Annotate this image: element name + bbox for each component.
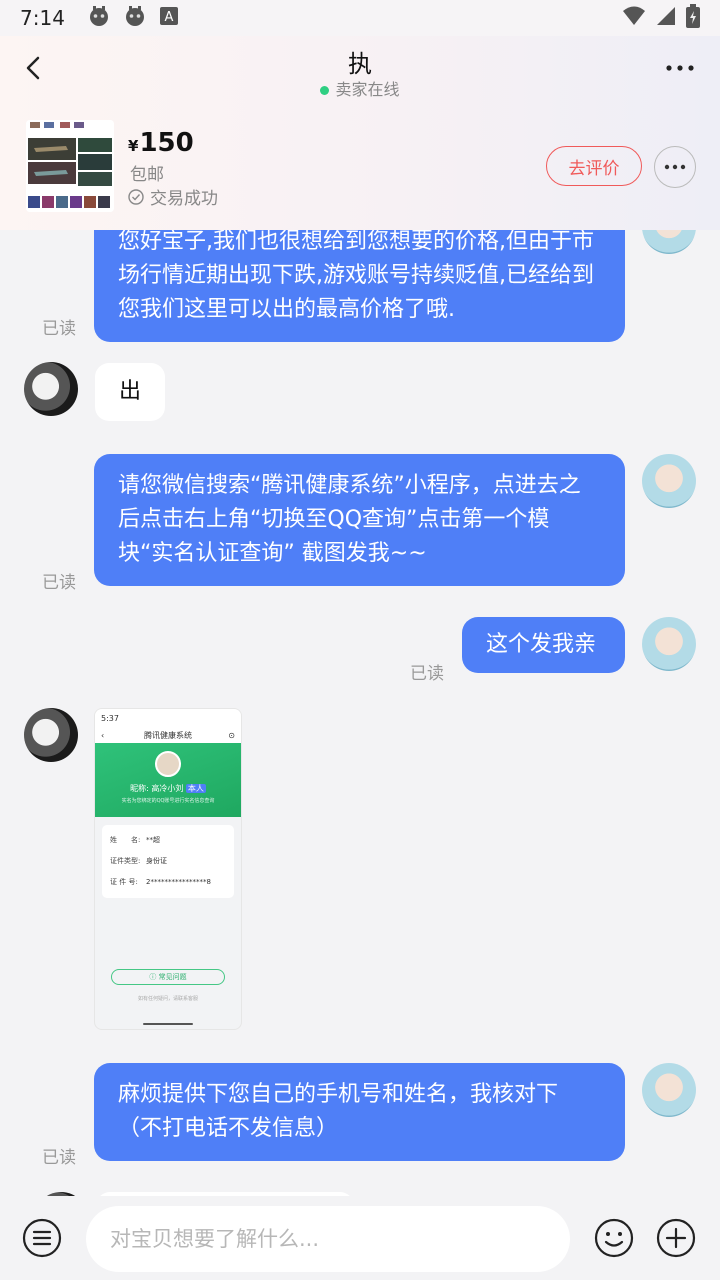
read-status: 已读 [42,319,76,339]
online-dot-icon [320,86,330,95]
composer-bar [0,1196,720,1280]
shot-help-button: ⓘ 常见问题 [111,969,225,985]
app-notification-icon [123,4,147,32]
signal-icon [656,6,676,30]
shot-profile-photo [155,751,181,777]
emoji-button[interactable] [594,1218,634,1258]
message-text: 这个发我亲 [486,632,597,657]
more-options-button[interactable] [664,56,696,80]
more-dots-icon [666,65,694,71]
shot-home-indicator [143,1023,193,1025]
status-bar: 7:14 A [0,0,720,36]
wifi-icon [622,5,646,31]
shot-id-card: 姓 名: **超 证件类型: 身份证 证 件 号: 2****************… [102,825,234,898]
seller-avatar[interactable] [24,708,78,762]
online-status: 卖家在线 [0,76,720,100]
screenshot-image-message[interactable]: 5:37 ‹ 腾讯健康系统 ⊙ 昵称: 高冷小刘 本人 实名为您绑定的QQ账号进… [94,708,242,1030]
add-attachment-button[interactable] [656,1218,696,1258]
shot-footer-note: 如有任何疑问，请联系客服 [137,996,198,1002]
plus-icon [656,1218,696,1258]
chat-messages[interactable]: 您好宝子,我们也很想给到您想要的价格,但由于市场行情近期出现下跌,游戏账号持续贬… [0,230,720,1196]
my-avatar[interactable] [642,617,696,671]
review-button[interactable]: 去评价 [546,146,642,186]
svg-text:A: A [164,10,173,25]
shot-nav-bar: ‹ 腾讯健康系统 ⊙ [95,727,241,743]
my-message-bubble[interactable]: 请您微信搜索“腾讯健康系统”小程序，点进去之后点击右上角“切换至QQ查询”点击第… [94,454,625,586]
more-dots-icon [664,164,686,170]
my-message-bubble[interactable]: 这个发我亲 [462,617,625,673]
read-status: 已读 [410,664,444,684]
chat-title: 执 [348,50,372,78]
keyboard-a-icon: A [159,6,179,30]
shot-back-icon: ‹ [101,730,105,740]
my-avatar[interactable] [642,1063,696,1117]
read-status: 已读 [42,573,76,593]
my-message-bubble[interactable]: 麻烦提供下您自己的手机号和姓名，我核对下（不打电话不发信息） [94,1063,625,1161]
trade-status: 交易成功 [128,184,218,209]
shot-profile-banner: 昵称: 高冷小刘 本人 实名为您绑定的QQ账号进行实名信息查询 [95,743,241,817]
product-more-button[interactable] [654,146,696,188]
my-avatar[interactable] [642,230,696,254]
status-time: 7:14 [20,6,65,30]
battery-icon [686,4,700,32]
seller-message-bubble[interactable]: 出 [95,363,166,421]
chat-header: 执 卖家在线 ¥150 包邮 交易成功 去评价 [0,36,720,230]
read-status: 已读 [42,1148,76,1168]
seller-avatar[interactable] [24,362,78,416]
message-text: 请您微信搜索“腾讯健康系统”小程序，点进去之后点击右上角“切换至QQ查询”点击第… [118,473,581,566]
menu-button[interactable] [22,1218,62,1258]
message-input[interactable] [86,1206,570,1272]
message-text: 您好宝子,我们也很想给到您想要的价格,但由于市场行情近期出现下跌,游戏账号持续贬… [118,230,594,322]
shot-more-icon: ⊙ [228,730,235,740]
menu-icon [22,1218,62,1258]
product-price: ¥150 [128,128,194,158]
check-circle-icon [128,188,144,205]
message-text: 出 [119,379,142,404]
app-notification-icon [87,4,111,32]
message-text: 麻烦提供下您自己的手机号和姓名，我核对下（不打电话不发信息） [118,1082,559,1141]
my-message-bubble[interactable]: 您好宝子,我们也很想给到您想要的价格,但由于市场行情近期出现下跌,游戏账号持续贬… [94,230,625,342]
my-avatar[interactable] [642,454,696,508]
shipping-label: 包邮 [130,165,164,185]
product-thumbnail[interactable] [26,120,114,212]
online-status-text: 卖家在线 [335,80,400,99]
smiley-icon [594,1218,634,1258]
shot-status-bar: 5:37 [95,709,241,727]
